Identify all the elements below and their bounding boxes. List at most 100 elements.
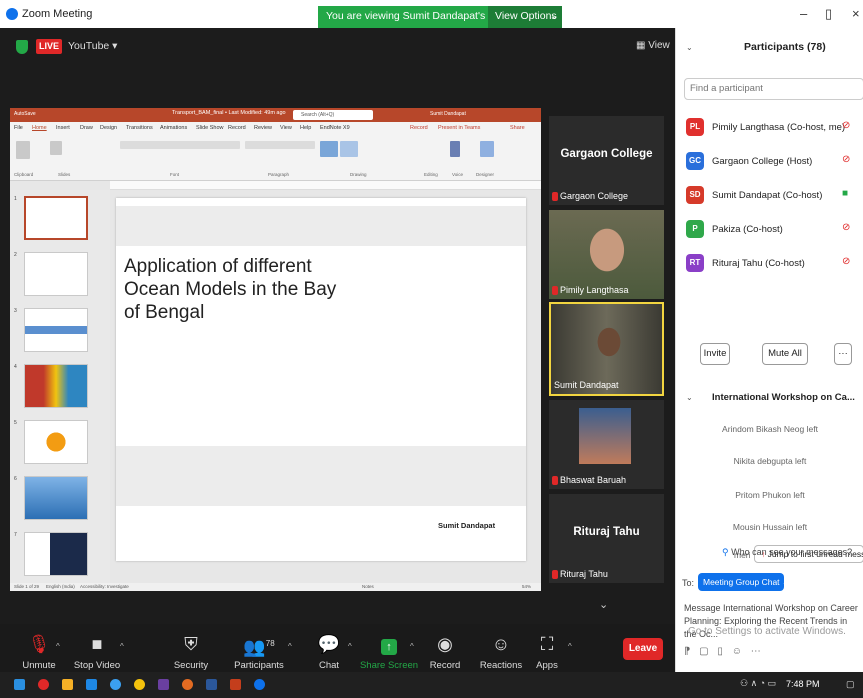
slide-thumb-7 <box>24 532 88 576</box>
apps-label: Apps <box>536 660 558 671</box>
view-options-button[interactable]: View Options ⌄ <box>488 6 562 28</box>
chevron-down-icon[interactable]: ⌄ <box>686 393 693 402</box>
chevron-down-icon[interactable]: ⌄ <box>686 43 693 52</box>
chevron-up-icon[interactable]: ^ <box>568 642 572 651</box>
zoom-taskbar-icon[interactable] <box>254 679 265 690</box>
word-icon[interactable] <box>206 679 217 690</box>
participants-panel: ⌄ Participants (78) PL Pimily Langthasa … <box>675 28 863 698</box>
leave-button[interactable]: Leave <box>623 638 663 660</box>
powerpoint-icon[interactable] <box>230 679 241 690</box>
firefox-icon[interactable] <box>182 679 193 690</box>
participant-name: Rituraj Tahu (Co-host) <box>712 258 805 269</box>
muted-mic-icon[interactable]: ⊘ <box>842 222 850 233</box>
apps-button[interactable]: ⛶ Apps <box>512 632 582 671</box>
notification-icon[interactable]: ▢ <box>846 679 855 690</box>
chat-title: International Workshop on Ca... <box>712 392 855 403</box>
shared-screen[interactable]: AutoSave Transport_BAM_final • Last Modi… <box>10 108 541 591</box>
chat-system-message: Nikita debgupta left <box>733 456 807 466</box>
muted-mic-icon <box>552 569 558 579</box>
system-tray[interactable]: ⚇ ∧ ◔ ▭ <box>740 678 776 689</box>
recipient-dropdown[interactable]: Meeting Group Chat ⌄ <box>698 573 789 591</box>
chevron-up-icon[interactable]: ^ <box>120 642 124 651</box>
status-notes: Notes <box>362 584 374 589</box>
participants-label: Participants <box>234 660 284 671</box>
slide-title: Application of different Ocean Models in… <box>124 256 337 323</box>
edge-icon[interactable] <box>110 679 121 690</box>
opera-icon[interactable] <box>38 679 49 690</box>
find-participant-input[interactable] <box>690 83 860 94</box>
thumb-number: 5 <box>14 420 17 426</box>
menu-review: Review <box>254 125 273 131</box>
ribbon-group-font: Font <box>170 172 180 177</box>
file-icon[interactable]: ▯ <box>717 646 726 657</box>
restore-icon[interactable]: ▯ <box>825 6 832 22</box>
muted-mic-icon[interactable]: ⊘ <box>842 256 850 267</box>
who-can-see-label: Who can see your messages? <box>731 547 853 557</box>
more-icon[interactable]: ⋯ <box>751 646 764 657</box>
menu-home: Home <box>32 125 47 131</box>
muted-mic-icon[interactable]: ⊘ <box>842 154 850 165</box>
windows-start-icon[interactable] <box>14 679 25 690</box>
chat-system-message: Pritom Phukon left <box>735 490 805 500</box>
ppt-present-teams: Present in Teams <box>438 125 481 131</box>
security-button[interactable]: ⛨ Security <box>156 632 226 671</box>
participant-row[interactable]: GC Gargaon College (Host) ⊘ <box>676 146 863 176</box>
participant-row[interactable]: PL Pimily Langthasa (Co-host, me) ⊘ <box>676 112 863 142</box>
slide-thumb-2 <box>24 252 88 296</box>
avatar: RT <box>686 254 704 272</box>
chevron-up-icon[interactable]: ^ <box>288 642 292 651</box>
thumb-number: 1 <box>14 196 17 202</box>
avatar: SD <box>686 186 704 204</box>
participant-name: Pakiza (Co-host) <box>712 224 783 235</box>
thumb-number: 4 <box>14 364 17 370</box>
close-icon[interactable]: × <box>852 6 860 21</box>
stop-video-button[interactable]: ■ Stop Video <box>62 632 132 671</box>
view-button[interactable]: ▦ View <box>636 40 670 51</box>
find-participant-field[interactable] <box>684 78 863 100</box>
live-badge[interactable]: LIVE <box>36 39 62 54</box>
stop-video-label: Stop Video <box>73 660 121 671</box>
participant-row[interactable]: SD Sumit Dandapat (Co-host) ■ <box>676 180 863 210</box>
thumb-number: 2 <box>14 252 17 258</box>
panel-header: ⌄ Participants (78) <box>676 34 863 56</box>
muted-mic-icon[interactable]: ⊘ <box>842 120 850 131</box>
scroll-down-icon[interactable]: ⌄ <box>599 598 608 611</box>
mute-all-button[interactable]: Mute All <box>762 343 808 365</box>
format-icon[interactable]: ⁋ <box>684 646 693 657</box>
chevron-up-icon[interactable]: ^ <box>56 642 60 651</box>
font-box <box>120 141 240 149</box>
participant-row[interactable]: RT Rituraj Tahu (Co-host) ⊘ <box>676 248 863 278</box>
invite-button[interactable]: Invite <box>700 343 730 365</box>
minimize-icon[interactable]: – <box>800 6 807 21</box>
chevron-up-icon[interactable]: ^ <box>348 642 352 651</box>
emoji-icon[interactable]: ☺ <box>732 646 745 657</box>
video-tile-active-speaker[interactable]: Sumit Dandapat <box>549 302 664 396</box>
tile-name-label: Bhaswat Baruah <box>552 475 626 485</box>
video-tile[interactable]: Pimily Langthasa <box>549 210 664 299</box>
more-options-button[interactable]: ··· <box>834 343 852 365</box>
chrome-icon[interactable] <box>134 679 145 690</box>
screenshot-icon[interactable]: ▢ <box>699 646 711 657</box>
store-icon[interactable] <box>86 679 97 690</box>
view-button-label: View <box>648 40 670 51</box>
muted-mic-icon <box>552 285 558 295</box>
avatar: P <box>686 220 704 238</box>
muted-mic-icon <box>552 191 558 201</box>
who-can-see-link[interactable]: ⚲ Who can see your messages? <box>722 547 852 558</box>
ribbon-group-editing: Editing <box>424 172 438 177</box>
participant-name: Pimily Langthasa (Co-host, me) <box>712 122 846 133</box>
participant-name: Sumit Dandapat (Co-host) <box>712 190 823 201</box>
video-tile[interactable]: Bhaswat Baruah <box>549 400 664 489</box>
menu-record: Record <box>228 125 246 131</box>
video-tile[interactable]: Gargaon College Gargaon College <box>549 116 664 205</box>
participants-button[interactable]: 👥78 Participants <box>224 632 294 671</box>
ppt-title-bar: AutoSave Transport_BAM_final • Last Modi… <box>10 108 541 122</box>
app-icon[interactable] <box>158 679 169 690</box>
livestream-target[interactable]: YouTube ▾ <box>68 40 117 52</box>
participant-row[interactable]: P Pakiza (Co-host) ⊘ <box>676 214 863 244</box>
file-explorer-icon[interactable] <box>62 679 73 690</box>
autosave-toggle: AutoSave <box>14 111 36 117</box>
video-tile[interactable]: Rituraj Tahu Rituraj Tahu <box>549 494 664 583</box>
panel-title: Participants (78) <box>744 41 826 53</box>
chat-system-message: Arindom Bikash Neog left <box>722 424 818 434</box>
